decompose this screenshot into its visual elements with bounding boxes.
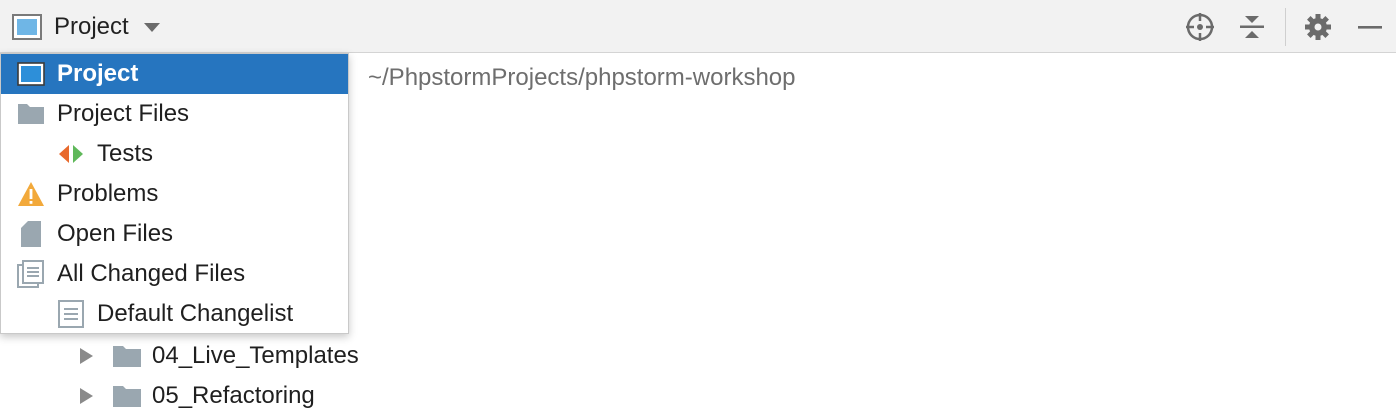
menu-item-label: Problems xyxy=(57,180,159,207)
chevron-right-icon[interactable] xyxy=(74,384,98,408)
collapse-all-icon[interactable] xyxy=(1236,11,1268,43)
menu-item-problems[interactable]: Problems xyxy=(1,174,348,214)
menu-item-label: Project xyxy=(57,60,139,87)
menu-item-label: Open Files xyxy=(57,220,174,247)
menu-item-label: All Changed Files xyxy=(57,260,246,287)
menu-item-open-files[interactable]: Open Files xyxy=(1,214,348,254)
tree-item-label: 04_Live_Templates xyxy=(152,342,359,369)
view-selector-dropdown[interactable]: Project xyxy=(12,8,184,46)
chevron-down-icon xyxy=(143,21,161,33)
tool-window-header: Project xyxy=(0,0,1396,53)
chevron-right-icon[interactable] xyxy=(74,344,98,368)
menu-item-project-files[interactable]: Project Files xyxy=(1,94,348,134)
project-root-row[interactable]: p ~/PhpstormProjects/phpstorm-workshop xyxy=(320,58,796,98)
toolbar-divider xyxy=(1285,8,1286,46)
folder-icon xyxy=(17,100,45,128)
warning-icon xyxy=(17,180,45,208)
changes-icon xyxy=(17,260,45,288)
menu-item-tests[interactable]: Tests xyxy=(1,134,348,174)
view-selector-popup: Project Project Files Tests Problems Ope… xyxy=(0,53,349,334)
tests-icon xyxy=(57,140,85,168)
menu-item-project[interactable]: Project xyxy=(1,54,348,94)
folder-icon xyxy=(112,384,142,408)
menu-item-label: Project Files xyxy=(57,100,190,127)
tree-item-label: 05_Refactoring xyxy=(152,382,315,409)
menu-item-label: Default Changelist xyxy=(97,300,294,327)
file-icon xyxy=(17,220,45,248)
menu-item-all-changed-files[interactable]: All Changed Files xyxy=(1,254,348,294)
menu-item-default-changelist[interactable]: Default Changelist xyxy=(1,294,348,334)
view-selector-label: Project xyxy=(54,13,129,40)
project-view-icon xyxy=(17,60,45,88)
project-view-icon xyxy=(12,14,42,40)
hide-icon[interactable] xyxy=(1354,11,1386,43)
tree-row[interactable]: 05_Refactoring xyxy=(74,376,315,414)
gear-icon[interactable] xyxy=(1302,11,1334,43)
project-root-path: ~/PhpstormProjects/phpstorm-workshop xyxy=(368,64,796,91)
changelist-icon xyxy=(57,300,85,328)
tree-row[interactable]: 04_Live_Templates xyxy=(74,336,359,376)
folder-icon xyxy=(112,344,142,368)
locate-icon[interactable] xyxy=(1184,11,1216,43)
menu-item-label: Tests xyxy=(97,140,154,167)
